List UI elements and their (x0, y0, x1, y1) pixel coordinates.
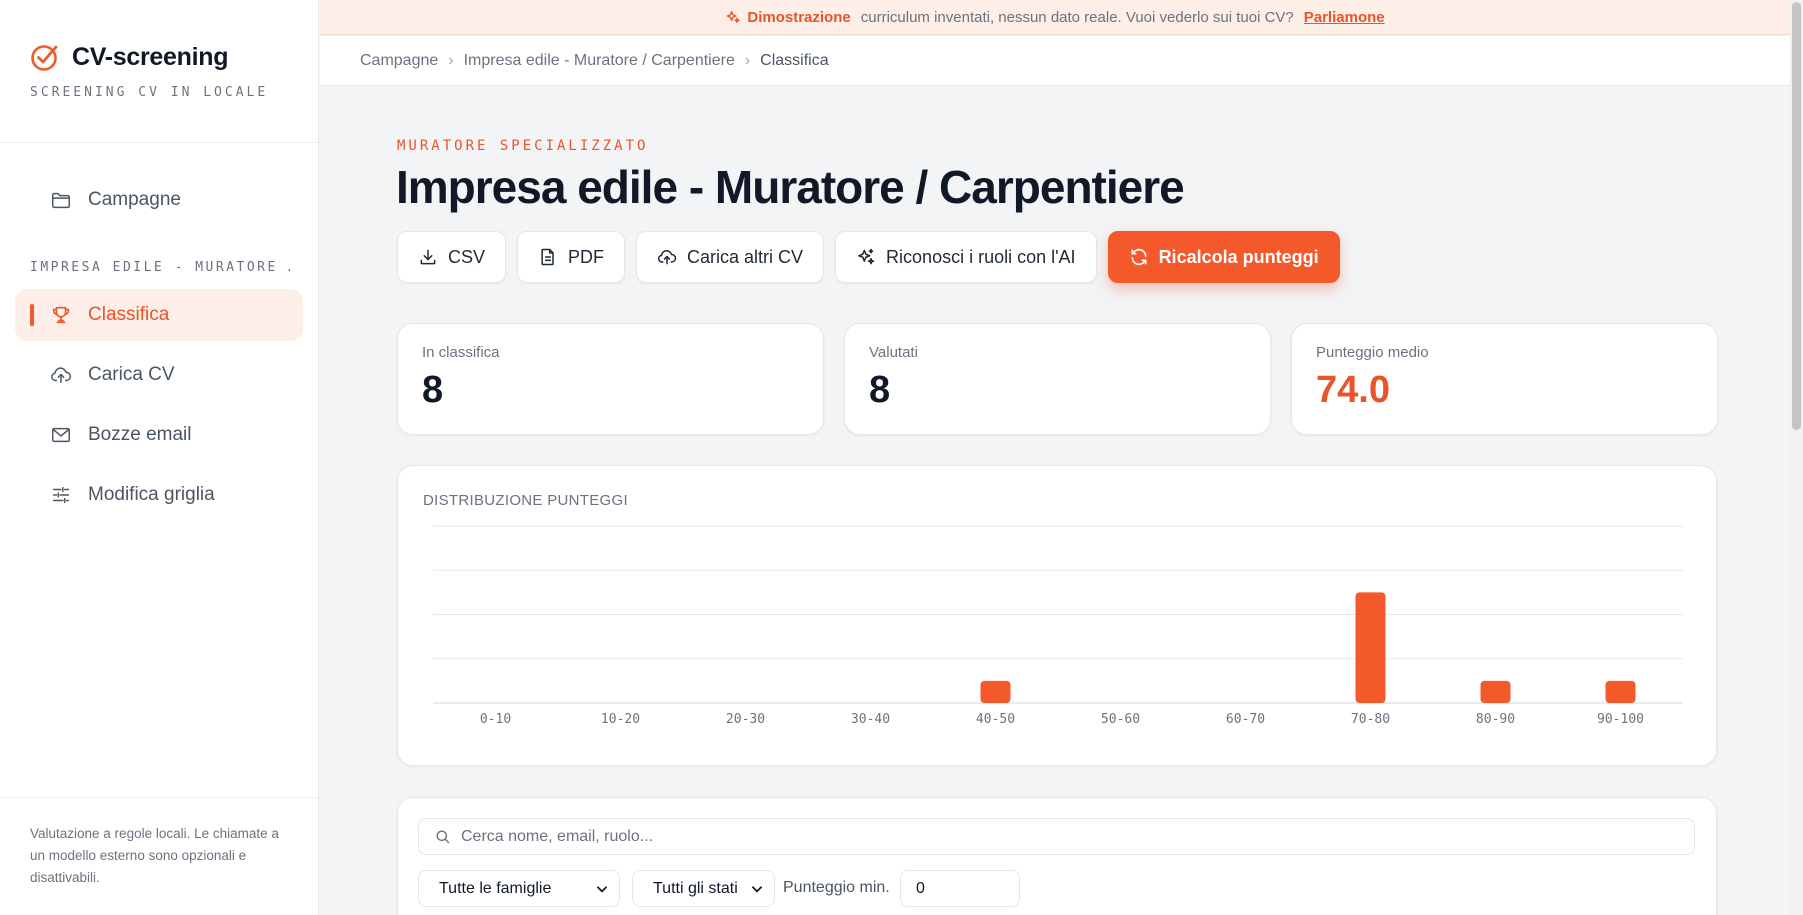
bar-80-90[interactable] (1480, 680, 1511, 703)
app-tagline: SCREENING CV IN LOCALE (30, 85, 269, 100)
mail-icon (52, 427, 70, 443)
app-name: CV-screening (72, 42, 229, 71)
export-pdf-button[interactable]: PDF (517, 231, 626, 283)
sidebar-item-label: Classifica (88, 304, 170, 325)
folder-icon (52, 192, 70, 209)
breadcrumb-separator: › (744, 51, 751, 69)
contact-link[interactable]: Parliamone (1304, 9, 1385, 26)
search-input[interactable] (461, 827, 1661, 846)
x-tick-label: 60-70 (1226, 712, 1265, 727)
sidebar-item-carica-cv[interactable]: Carica CV (15, 349, 303, 401)
breadcrumb-current: Classifica (760, 51, 829, 69)
trophy-icon (52, 306, 70, 324)
breadcrumb-item[interactable]: Campagne (360, 52, 438, 70)
sidebar-item-label: Bozze email (88, 424, 192, 445)
role-eyebrow: MURATORE SPECIALIZZATO (397, 138, 649, 154)
action-bar: CSV PDF Carica altri CV Riconosci i ruol… (397, 231, 1340, 283)
score-distribution-card: DISTRIBUZIONE PUNTEGGI 0-10 10-20 20-30 30-… (397, 465, 1717, 766)
min-score-input[interactable] (900, 870, 1020, 907)
download-icon (420, 249, 436, 265)
refresh-icon (1131, 248, 1147, 266)
scrollbar-thumb[interactable] (1792, 2, 1801, 430)
sidebar-item-modifica-griglia[interactable]: Modifica griglia (15, 469, 303, 521)
breadcrumb: Campagne › Impresa edile - Muratore / Ca… (320, 36, 1790, 86)
export-csv-button[interactable]: CSV (397, 231, 507, 283)
button-label: PDF (568, 246, 605, 267)
status-select[interactable]: Tutti gli stati (632, 870, 775, 907)
bar-40-50[interactable] (980, 680, 1011, 703)
button-label: Riconosci i ruoli con l'AI (886, 246, 1076, 267)
ai-recognize-roles-button[interactable]: Riconosci i ruoli con l'AI (835, 231, 1097, 283)
sidebar: CV-screening SCREENING CV IN LOCALE Camp… (0, 0, 319, 915)
campaign-section-label: IMPRESA EDILE - MURATORE … (30, 260, 290, 275)
select-value: Tutti gli stati (653, 879, 738, 897)
x-tick-label: 70-80 (1351, 712, 1390, 727)
button-label: CSV (448, 246, 486, 267)
filter-panel: Tutte le famiglie Tutti gli stati Punteg… (397, 797, 1717, 915)
sparkles-icon (727, 11, 741, 23)
stat-value: 8 (869, 369, 891, 411)
page-title: Impresa edile - Muratore / Carpentiere (396, 161, 1185, 213)
stat-value: 74.0 (1316, 369, 1390, 411)
x-tick-label: 30-40 (851, 712, 890, 727)
demo-banner: Dimostrazione curriculum inventati, ness… (320, 0, 1790, 35)
breadcrumb-item[interactable]: Impresa edile - Muratore / Carpentiere (464, 52, 735, 70)
stat-value: 8 (422, 369, 444, 411)
sidebar-item-label: Carica CV (88, 364, 175, 385)
bar-70-80[interactable] (1355, 592, 1386, 703)
chevron-down-icon (752, 885, 762, 892)
upload-more-cv-button[interactable]: Carica altri CV (636, 231, 825, 283)
sidebar-item-classifica[interactable]: Classifica (15, 289, 303, 341)
demo-text: curriculum inventati, nessun dato reale.… (860, 8, 1294, 26)
x-tick-label: 20-30 (726, 712, 765, 727)
x-tick-label: 10-20 (601, 712, 640, 727)
min-score-label: Punteggio min. (783, 879, 890, 896)
stat-card-average-score: Punteggio medio 74.0 (1291, 323, 1718, 435)
sliders-icon (52, 486, 70, 504)
cloud-upload-icon (51, 367, 72, 384)
active-indicator (30, 304, 34, 326)
cloud-upload-icon (657, 249, 677, 265)
stat-label: Valutati (869, 344, 918, 361)
score-distribution-chart: 0-10 10-20 20-30 30-40 40-50 50-60 60-70 70-80 8… (433, 525, 1683, 727)
chevron-down-icon (597, 885, 607, 892)
sidebar-item-bozze-email[interactable]: Bozze email (15, 409, 303, 461)
sidebar-item-campagne[interactable]: Campagne (15, 174, 303, 226)
search-box (418, 818, 1695, 855)
sparkles-icon (858, 248, 875, 265)
button-label: Ricalcola punteggi (1158, 246, 1319, 267)
stat-card-ranked: In classifica 8 (397, 323, 824, 435)
recalculate-scores-button[interactable]: Ricalcola punteggi (1107, 231, 1340, 283)
search-icon (436, 830, 450, 844)
check-circle-icon (31, 45, 58, 71)
breadcrumb-separator: › (448, 51, 454, 69)
x-tick-label: 40-50 (976, 712, 1015, 727)
brand[interactable]: CV-screening (30, 42, 228, 72)
x-tick-label: 0-10 (480, 712, 511, 727)
x-tick-label: 80-90 (1476, 712, 1515, 727)
x-tick-label: 90-100 (1597, 712, 1644, 727)
select-value: Tutte le famiglie (439, 879, 552, 897)
document-icon (541, 248, 554, 266)
bar-90-100[interactable] (1605, 680, 1636, 703)
sidebar-item-label: Campagne (88, 189, 181, 210)
button-label: Carica altri CV (687, 246, 804, 267)
sidebar-footer-note: Valutazione a regole locali. Le chiamate… (30, 826, 279, 885)
demo-label-text: Dimostrazione (747, 8, 851, 26)
stat-label: In classifica (422, 344, 500, 361)
stat-card-evaluated: Valutati 8 (844, 323, 1271, 435)
divider (0, 142, 318, 143)
family-select[interactable]: Tutte le famiglie (418, 870, 620, 907)
divider (0, 797, 318, 798)
demo-label: Dimostrazione (725, 8, 851, 26)
x-tick-label: 50-60 (1101, 712, 1140, 727)
stat-label: Punteggio medio (1316, 344, 1429, 361)
sidebar-item-label: Modifica griglia (88, 484, 215, 505)
scrollbar[interactable] (1790, 0, 1803, 915)
